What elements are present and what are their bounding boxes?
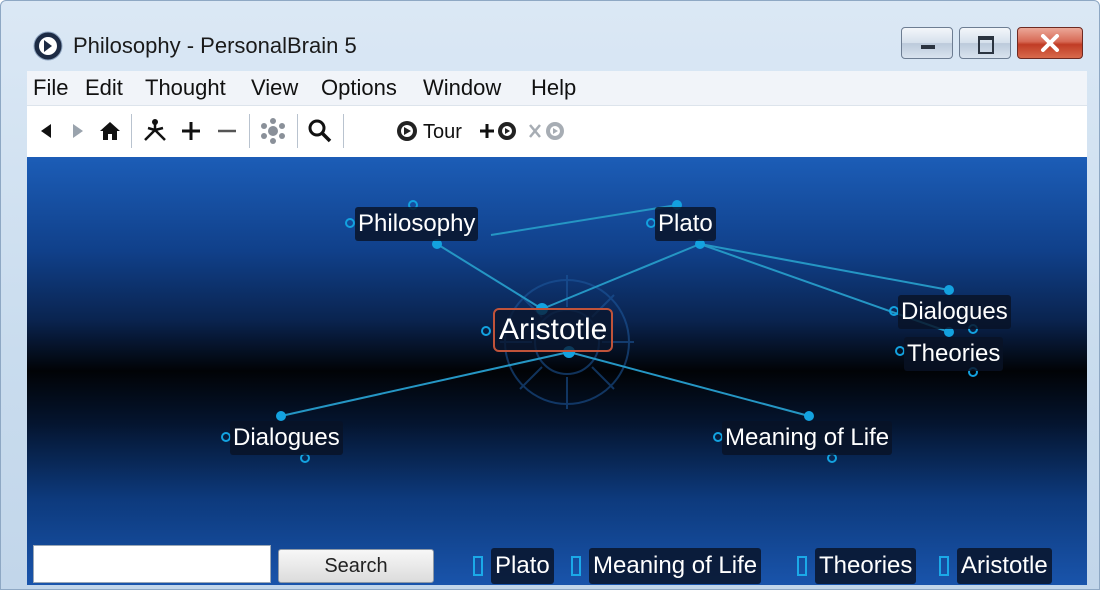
window-title: Philosophy - PersonalBrain 5 <box>73 33 357 58</box>
title-bar[interactable]: Philosophy - PersonalBrain 5 <box>1 1 1099 65</box>
menu-help[interactable]: Help <box>531 75 576 101</box>
thought-meaning-of-life[interactable]: Meaning of Life <box>722 421 893 455</box>
tour-icon[interactable] <box>393 116 421 146</box>
maximize-icon <box>978 36 994 54</box>
add-icon[interactable] <box>177 116 205 146</box>
menu-thought[interactable]: Thought <box>145 75 226 101</box>
close-button[interactable] <box>1017 27 1083 59</box>
brain-view-icon[interactable] <box>257 116 289 146</box>
search-icon[interactable] <box>305 116 335 146</box>
remove-link-icon[interactable] <box>527 116 573 146</box>
pin-label: Theories <box>815 548 917 584</box>
personalbrain-logo-icon <box>33 31 63 61</box>
pin-aristotle[interactable]: Aristotle <box>939 547 1052 585</box>
toolbar-separator <box>131 114 132 148</box>
toolbar: Tour <box>27 105 1087 158</box>
plex-tree-icon[interactable] <box>139 116 171 146</box>
thought-theories[interactable]: Theories <box>904 337 1004 371</box>
close-icon <box>1041 34 1059 52</box>
pin-icon <box>797 556 807 576</box>
pin-label: Plato <box>491 548 554 584</box>
pin-icon <box>473 556 483 576</box>
menu-window[interactable]: Window <box>423 75 501 101</box>
thought-links <box>221 200 978 463</box>
add-link-icon[interactable] <box>479 116 525 146</box>
search-input[interactable] <box>33 545 271 583</box>
thought-dialogues-right[interactable]: Dialogues <box>898 295 1011 329</box>
menu-view[interactable]: View <box>251 75 298 101</box>
maximize-button[interactable] <box>959 27 1011 59</box>
back-arrow-icon[interactable] <box>35 116 57 146</box>
pin-icon <box>571 556 581 576</box>
thought-philosophy[interactable]: Philosophy <box>355 207 479 241</box>
menu-options[interactable]: Options <box>321 75 397 101</box>
remove-icon[interactable] <box>213 116 241 146</box>
thought-plato[interactable]: Plato <box>655 207 716 241</box>
pin-plato[interactable]: Plato <box>473 547 554 585</box>
toolbar-separator <box>249 114 250 148</box>
menu-edit[interactable]: Edit <box>85 75 123 101</box>
pin-icon <box>939 556 949 576</box>
toolbar-separator <box>343 114 344 148</box>
pin-label: Aristotle <box>957 548 1052 584</box>
pin-meaning-of-life[interactable]: Meaning of Life <box>571 547 762 585</box>
menu-file[interactable]: File <box>33 75 68 101</box>
tour-label[interactable]: Tour <box>423 118 462 148</box>
app-window: Philosophy - PersonalBrain 5 File Edit T… <box>0 0 1100 590</box>
home-icon[interactable] <box>97 116 123 146</box>
search-button[interactable]: Search <box>278 549 434 583</box>
toolbar-separator <box>297 114 298 148</box>
pin-theories[interactable]: Theories <box>797 547 917 585</box>
minimize-button[interactable] <box>901 27 953 59</box>
menu-bar: File Edit Thought View Options Window He… <box>27 71 1087 105</box>
pin-label: Meaning of Life <box>589 548 762 584</box>
thought-dialogues-left[interactable]: Dialogues <box>230 421 343 455</box>
minimize-icon <box>921 45 935 49</box>
forward-arrow-icon[interactable] <box>67 116 89 146</box>
active-thought-aristotle[interactable]: Aristotle <box>493 308 614 352</box>
plex-view[interactable]: Philosophy Plato Aristotle Dialogues The… <box>27 157 1087 585</box>
